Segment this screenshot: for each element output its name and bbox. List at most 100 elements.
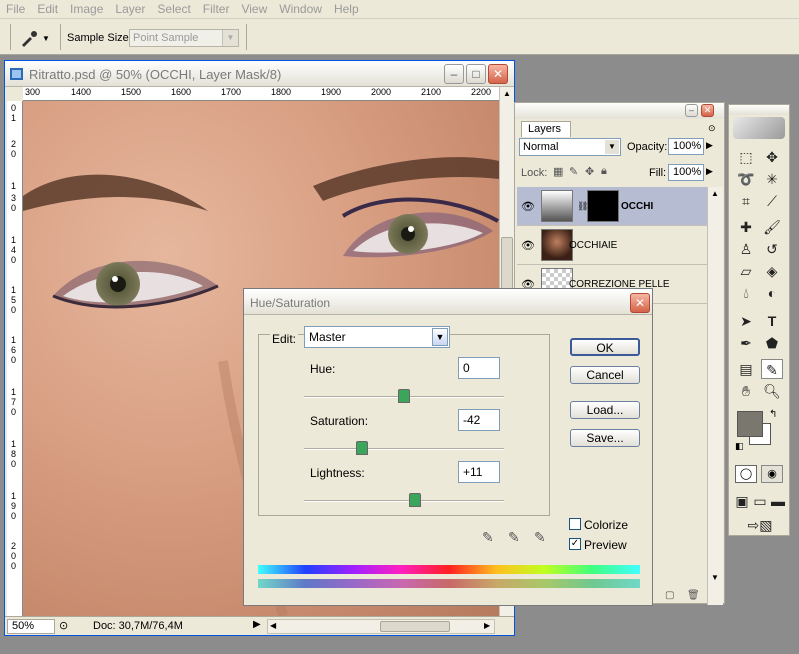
trash-icon[interactable]: 🗑︎: [687, 590, 700, 601]
brush-tool-icon[interactable]: 🖌︎: [761, 217, 783, 237]
screen-mode-standard-icon[interactable]: ▣: [733, 491, 751, 511]
layers-scrollbar[interactable]: ▲ ▼: [707, 187, 723, 605]
colorize-checkbox[interactable]: [569, 518, 581, 530]
lasso-tool-icon[interactable]: ➰: [735, 169, 757, 189]
maximize-button[interactable]: □: [466, 64, 486, 84]
zoom-tool-icon[interactable]: 🔍︎: [761, 381, 783, 401]
screen-mode-full-menu-icon[interactable]: ▭: [751, 491, 769, 511]
close-button[interactable]: ✕: [701, 104, 714, 117]
edit-select[interactable]: Master ▼: [304, 326, 450, 348]
slice-tool-icon[interactable]: ⟋: [761, 191, 783, 211]
lightness-slider-track[interactable]: [304, 500, 504, 502]
notes-tool-icon[interactable]: ▤: [735, 359, 757, 379]
eyedropper-plus-icon[interactable]: ✎: [508, 529, 520, 546]
blend-mode-select[interactable]: Normal ▼: [519, 138, 621, 156]
fill-input[interactable]: 100%: [668, 164, 704, 181]
menu-help[interactable]: Help: [328, 2, 365, 16]
scroll-up-icon[interactable]: ▲: [501, 89, 513, 101]
eyedropper-minus-icon[interactable]: ✎: [534, 529, 546, 546]
magic-wand-tool-icon[interactable]: ✳: [761, 169, 783, 189]
layer-mask-thumbnail[interactable]: [587, 190, 619, 222]
lightness-input[interactable]: +11: [458, 461, 500, 483]
menu-edit[interactable]: Edit: [31, 2, 64, 16]
lock-position-icon[interactable]: ✥: [585, 165, 594, 178]
eyedropper-icon[interactable]: ✎: [482, 529, 494, 546]
sample-size-select[interactable]: Point Sample ▼: [129, 29, 239, 47]
opacity-arrow-icon[interactable]: ▶: [706, 140, 713, 151]
feather-logo-icon[interactable]: [733, 117, 785, 139]
lock-pixels-icon[interactable]: ✎: [569, 165, 578, 178]
cancel-button[interactable]: Cancel: [570, 366, 640, 384]
document-titlebar[interactable]: Ritratto.psd @ 50% (OCCHI, Layer Mask/8)…: [5, 61, 514, 87]
hue-slider-thumb[interactable]: [398, 389, 410, 403]
close-button[interactable]: ✕: [630, 293, 650, 313]
scroll-thumb[interactable]: [380, 621, 450, 632]
foreground-color-swatch[interactable]: [737, 411, 763, 437]
marquee-tool-icon[interactable]: ⬚: [735, 147, 757, 167]
menu-filter[interactable]: Filter: [197, 2, 236, 16]
panel-menu-icon[interactable]: ⊙: [708, 123, 716, 134]
new-layer-icon[interactable]: ▢: [665, 590, 674, 601]
tab-layers[interactable]: Layers: [521, 121, 571, 137]
scroll-up-icon[interactable]: ▲: [711, 189, 719, 198]
quick-mask-button[interactable]: ◉: [761, 465, 783, 483]
status-menu-icon[interactable]: ⊙: [59, 619, 68, 632]
move-tool-icon[interactable]: ✥: [761, 147, 783, 167]
layer-row[interactable]: 👁︎ ⛓︎ OCCHI: [517, 187, 707, 226]
dialog-titlebar[interactable]: Hue/Saturation ✕: [244, 289, 652, 315]
minimize-button[interactable]: –: [444, 64, 464, 84]
scroll-down-icon[interactable]: ▼: [711, 573, 719, 582]
preview-checkbox[interactable]: ✓: [569, 538, 581, 550]
layers-panel-titlebar[interactable]: – ✕: [515, 103, 724, 119]
crop-tool-icon[interactable]: ⌗: [735, 191, 757, 211]
fill-arrow-icon[interactable]: ▶: [706, 166, 713, 177]
pen-tool-icon[interactable]: ✒: [735, 333, 757, 353]
lock-all-icon[interactable]: 🔒︎: [601, 165, 607, 178]
type-tool-icon[interactable]: T: [761, 311, 783, 331]
menu-window[interactable]: Window: [273, 2, 328, 16]
eraser-tool-icon[interactable]: ▱: [735, 261, 757, 281]
tool-preset-picker[interactable]: ▼: [18, 27, 58, 49]
status-arrow-icon[interactable]: ▶: [253, 619, 261, 630]
menu-file[interactable]: File: [0, 2, 31, 16]
ok-button[interactable]: OK: [570, 338, 640, 356]
layer-row[interactable]: 👁︎ OCCHIAIE: [517, 226, 707, 265]
blur-tool-icon[interactable]: 💧︎: [735, 283, 757, 303]
lock-transparency-icon[interactable]: ▦: [553, 165, 563, 178]
toolbox-titlebar[interactable]: [729, 105, 789, 115]
scroll-left-icon[interactable]: ◀: [270, 621, 276, 630]
screen-mode-full-icon[interactable]: ▬: [769, 491, 787, 511]
zoom-field[interactable]: 50%: [7, 619, 55, 634]
lightness-slider-thumb[interactable]: [409, 493, 421, 507]
default-colors-icon[interactable]: ◧: [735, 441, 744, 452]
clone-stamp-tool-icon[interactable]: ♙: [735, 239, 757, 259]
swap-colors-icon[interactable]: ↰: [769, 409, 777, 420]
opacity-input[interactable]: 100%: [668, 138, 704, 155]
saturation-input[interactable]: -42: [458, 409, 500, 431]
shape-tool-icon[interactable]: ⬟: [761, 333, 783, 353]
eye-icon[interactable]: 👁︎: [521, 200, 535, 213]
menu-select[interactable]: Select: [151, 2, 196, 16]
hue-input[interactable]: 0: [458, 357, 500, 379]
healing-brush-tool-icon[interactable]: ✚: [735, 217, 757, 237]
eye-icon[interactable]: 👁︎: [521, 239, 535, 252]
horizontal-scrollbar[interactable]: ◀ ▶: [267, 619, 495, 634]
hand-tool-icon[interactable]: ✋︎: [735, 381, 757, 401]
close-button[interactable]: ✕: [488, 64, 508, 84]
jump-to-imageready-icon[interactable]: ⇨▧: [743, 515, 777, 535]
saturation-slider-track[interactable]: [304, 448, 504, 450]
saturation-slider-thumb[interactable]: [356, 441, 368, 455]
path-selection-tool-icon[interactable]: ➤: [735, 311, 757, 331]
minimize-button[interactable]: –: [685, 104, 698, 117]
paint-bucket-tool-icon[interactable]: ◈: [761, 261, 783, 281]
menu-layer[interactable]: Layer: [109, 2, 151, 16]
scroll-right-icon[interactable]: ▶: [484, 621, 490, 630]
history-brush-tool-icon[interactable]: ↺: [761, 239, 783, 259]
save-button[interactable]: Save...: [570, 429, 640, 447]
standard-mode-button[interactable]: ◯: [735, 465, 757, 483]
load-button[interactable]: Load...: [570, 401, 640, 419]
eyedropper-tool-icon[interactable]: ✎: [761, 359, 783, 379]
dodge-tool-icon[interactable]: ◐: [761, 283, 783, 303]
menu-image[interactable]: Image: [64, 2, 109, 16]
menu-view[interactable]: View: [235, 2, 273, 16]
